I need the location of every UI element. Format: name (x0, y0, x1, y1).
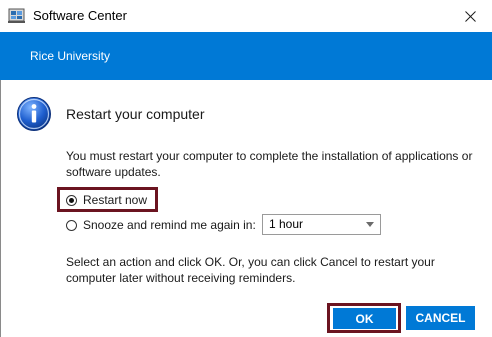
software-center-dialog: Software Center Rice University Restart … (0, 0, 492, 337)
snooze-label: Snooze and remind me again in: (83, 218, 256, 232)
window-title: Software Center (33, 8, 127, 23)
snooze-option[interactable]: Snooze and remind me again in: (66, 218, 256, 232)
org-banner: Rice University (0, 32, 492, 80)
org-name: Rice University (30, 49, 111, 63)
close-icon (464, 10, 476, 22)
dialog-heading: Restart your computer (66, 106, 205, 122)
software-center-icon (8, 8, 25, 23)
snooze-radio[interactable] (66, 219, 77, 231)
title-bar: Software Center (0, 0, 492, 32)
left-divider (0, 80, 5, 337)
restart-message: You must restart your computer to comple… (66, 149, 473, 179)
snooze-duration-select[interactable]: 1 hour (262, 214, 381, 235)
ok-button[interactable]: OK (333, 308, 396, 329)
restart-now-label: Restart now (83, 193, 148, 207)
action-instructions: Select an action and click OK. Or, you c… (66, 255, 435, 285)
restart-now-option[interactable]: Restart now (66, 193, 147, 207)
chevron-down-icon (366, 222, 374, 227)
info-icon (17, 97, 51, 131)
restart-now-radio[interactable] (66, 194, 77, 206)
cancel-button[interactable]: CANCEL (406, 306, 475, 330)
snooze-duration-value: 1 hour (269, 217, 304, 231)
close-button[interactable] (448, 0, 492, 32)
